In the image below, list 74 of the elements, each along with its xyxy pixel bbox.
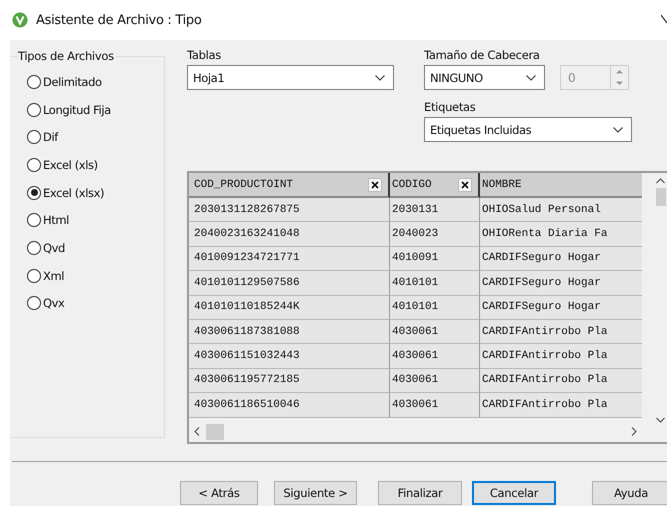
scroll-left-icon[interactable]	[194, 427, 200, 436]
dialog-button[interactable]: Finalizar	[378, 481, 462, 505]
field-label: Etiquetas	[424, 100, 476, 116]
column-header[interactable]: NOMBRE	[480, 173, 642, 198]
radio-option[interactable]: Excel (xlsx)	[10, 178, 164, 206]
field-label: Tamaño de Cabecera	[424, 48, 541, 64]
dialog-button[interactable]: Cancelar	[472, 481, 556, 505]
scroll-thumb[interactable]	[656, 188, 666, 206]
radio-button[interactable]	[27, 74, 41, 89]
table-cell: 2030131	[390, 198, 480, 222]
app-logo-icon	[12, 12, 28, 28]
radio-button[interactable]	[27, 102, 41, 117]
radio-option[interactable]: Xml	[10, 262, 164, 290]
table-cell: 4010091234721771	[189, 246, 390, 272]
column-header[interactable]: CODIGO	[390, 173, 480, 198]
table-cell: 4030061	[390, 393, 480, 418]
dialog-button[interactable]: Siguiente >	[274, 481, 357, 505]
radio-button[interactable]	[27, 213, 41, 228]
table-cell: 4030061	[390, 344, 480, 369]
radio-option[interactable]: Excel (xls)	[10, 151, 164, 179]
table-cell: 4030061195772185	[189, 368, 390, 394]
radio-option[interactable]: Longitud Fija	[10, 96, 164, 124]
table-cell: 4010101	[390, 296, 480, 320]
table-cell: 4010101	[390, 271, 480, 296]
radio-button[interactable]	[27, 240, 41, 255]
radio-button[interactable]	[27, 186, 41, 200]
table-cell: 4030061186510046	[189, 393, 390, 418]
radio-option[interactable]: Dif	[10, 123, 164, 152]
table-cell: OHIORenta Diaria Fa	[480, 222, 642, 247]
table-cell: 2040023	[390, 222, 480, 247]
table-cell: 2030131128267875	[189, 198, 390, 222]
group-legend: Tipos de Archivos	[18, 49, 116, 63]
dialog-button[interactable]: < Atrás	[180, 481, 258, 505]
radio-button[interactable]	[27, 268, 41, 283]
table-cell: 4030061151032443	[189, 344, 390, 369]
table-cell: 4010101129507586	[189, 271, 390, 296]
radio-option[interactable]: Html	[10, 206, 164, 234]
table-cell: 4030061	[390, 368, 480, 394]
radio-option[interactable]: Delimitado	[10, 68, 164, 96]
table-cell: CARDIFSeguro Hogar	[480, 246, 642, 272]
table-cell: CARDIFSeguro Hogar	[480, 296, 642, 320]
labels-dropdown[interactable]: Etiquetas Incluidas	[424, 117, 632, 142]
header-size-dropdown[interactable]: NINGUNO	[424, 65, 545, 90]
table-cell: 2040023163241048	[189, 222, 390, 247]
radio-option[interactable]: Qvd	[10, 234, 164, 262]
remove-column-icon[interactable]	[458, 178, 472, 192]
chevron-down-icon	[375, 74, 385, 80]
chevron-down-icon	[526, 74, 536, 80]
radio-option[interactable]: Qvx	[10, 290, 164, 318]
table-cell: CARDIFAntirrobo Pla	[480, 368, 642, 394]
field-label: Tablas	[187, 48, 222, 64]
scroll-right-icon[interactable]	[631, 427, 637, 436]
table-cell: 4030061187381088	[189, 320, 390, 344]
scroll-down-icon[interactable]	[656, 417, 665, 423]
chevron-down-icon	[613, 126, 623, 132]
remove-column-icon[interactable]	[368, 178, 382, 192]
table-cell: OHIOSalud Personal	[480, 198, 642, 222]
window-title: Asistente de Archivo : Tipo	[36, 12, 202, 28]
table-cell: 401010110185244K	[189, 296, 390, 320]
table-cell: 4030061	[390, 320, 480, 344]
tables-dropdown[interactable]: Hoja1	[187, 65, 394, 90]
scroll-thumb[interactable]	[206, 424, 224, 440]
dialog-button[interactable]: Ayuda	[592, 481, 667, 505]
table-cell: CARDIFAntirrobo Pla	[480, 320, 642, 344]
radio-button[interactable]	[27, 130, 41, 144]
table-cell: CARDIFSeguro Hogar	[480, 271, 642, 296]
radio-button[interactable]	[27, 158, 41, 172]
close-icon[interactable]	[661, 14, 667, 26]
table-cell: 4010091	[390, 246, 480, 272]
table-cell: CARDIFAntirrobo Pla	[480, 393, 642, 418]
column-header[interactable]: COD_PRODUCTOINT	[189, 173, 390, 198]
radio-button[interactable]	[27, 296, 41, 310]
scroll-up-icon[interactable]	[656, 178, 665, 184]
table-cell: CARDIFAntirrobo Pla	[480, 344, 642, 369]
